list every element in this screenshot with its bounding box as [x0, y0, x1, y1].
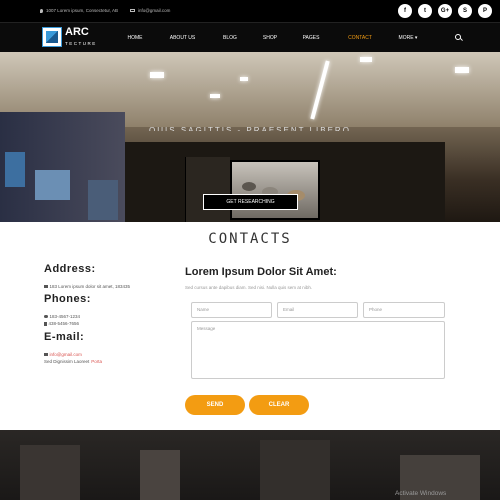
get-researching-button[interactable]: GET RESEARCHING — [203, 194, 298, 210]
nav-item-shop[interactable]: SHOP — [250, 23, 290, 53]
envelope-icon — [44, 353, 48, 356]
wall-poster — [5, 152, 25, 187]
nav-item-more[interactable]: MORE ▾ — [388, 23, 428, 53]
nav-item-pages[interactable]: PAGES — [290, 23, 332, 53]
email-heading: E-mail: — [44, 331, 85, 343]
activate-windows-watermark: Activate Windows — [395, 490, 447, 497]
top-address-text: 1007 Lorem ipsum, Consectetur, AB — [46, 8, 119, 13]
logo-text-main: ARC — [65, 26, 89, 38]
nav-menu: HOME ABOUT US BLOG SHOP PAGES CONTACT MO… — [115, 23, 428, 53]
extra-link[interactable]: Porta — [91, 359, 102, 364]
skype-icon[interactable]: S — [458, 4, 472, 18]
ceiling-light — [210, 94, 220, 98]
hero-elevator — [185, 157, 230, 222]
wall-poster — [35, 170, 70, 200]
nav-item-contact[interactable]: CONTACT — [332, 23, 388, 53]
footer-building — [20, 445, 80, 500]
top-email-text[interactable]: info@gmail.com — [138, 8, 170, 13]
phone-line-1: 183-4567-1234 — [44, 314, 80, 319]
hero-banner: QUIS SAGITTIS - PRAESENT LIBERO GET RESE… — [0, 52, 500, 222]
mobile-icon — [44, 321, 47, 326]
phone-2-text: 438-5456-7656 — [48, 321, 80, 326]
clear-button[interactable]: CLEAR — [249, 395, 309, 415]
phone-1-text: 183-4567-1234 — [49, 314, 81, 319]
logo-mark-icon — [42, 27, 62, 47]
address-heading: Address: — [44, 263, 96, 275]
form-title: Lorem Ipsum Dolor Sit Amet: — [185, 266, 337, 278]
message-field[interactable]: Message — [191, 321, 445, 379]
form-subtitle: Sed cursus ante dapibus diam. Sed nisi. … — [185, 285, 313, 290]
site-logo[interactable]: ARC TECTURE — [42, 26, 100, 49]
extra-text: Sed Dignissim Laoreet — [44, 359, 90, 364]
social-links: f t G+ S P — [398, 4, 492, 18]
top-address: 1007 Lorem ipsum, Consectetur, AB — [40, 8, 118, 13]
envelope-icon — [130, 8, 135, 13]
top-email[interactable]: info@gmail.com — [130, 8, 170, 13]
contacts-title: CONTACTS — [208, 231, 292, 247]
ceiling-light — [360, 57, 372, 62]
facebook-icon[interactable]: f — [398, 4, 412, 18]
ceiling-light — [240, 77, 248, 81]
footer-building — [260, 440, 330, 500]
home-icon — [44, 284, 48, 289]
ceiling-light — [150, 72, 164, 78]
phone-icon — [44, 314, 48, 319]
main-nav: ARC TECTURE HOME ABOUT US BLOG SHOP PAGE… — [0, 22, 500, 52]
pinterest-icon[interactable]: P — [478, 4, 492, 18]
hero-overlay-text: QUIS SAGITTIS - PRAESENT LIBERO — [149, 126, 351, 131]
ceiling-light — [455, 67, 469, 73]
search-icon[interactable] — [455, 34, 461, 40]
footer-building — [140, 450, 180, 500]
map-pin-icon — [40, 8, 43, 13]
top-bar: 1007 Lorem ipsum, Consectetur, AB info@g… — [0, 0, 500, 22]
nav-item-about-us[interactable]: ABOUT US — [155, 23, 210, 53]
send-button[interactable]: SEND — [185, 395, 245, 415]
nav-item-blog[interactable]: BLOG — [210, 23, 250, 53]
phone-line-2: 438-5456-7656 — [44, 321, 79, 326]
address-line: 183 Lorem ipsum dolor sit amet, 183435 — [44, 284, 130, 289]
email-field[interactable]: Email — [277, 302, 358, 318]
phones-heading: Phones: — [44, 293, 91, 305]
logo-text-sub: TECTURE — [65, 41, 97, 46]
hero-screen — [230, 160, 320, 220]
extra-line: Sed Dignissim Laoreet Porta — [44, 359, 102, 364]
address-text: 183 Lorem ipsum dolor sit amet, 183435 — [49, 284, 131, 289]
google-plus-icon[interactable]: G+ — [438, 4, 452, 18]
phone-field[interactable]: Phone — [363, 302, 445, 318]
nav-item-home[interactable]: HOME — [115, 23, 155, 53]
twitter-icon[interactable]: t — [418, 4, 432, 18]
contact-email-link[interactable]: info@gmail.com — [50, 352, 82, 357]
name-field[interactable]: Name — [191, 302, 272, 318]
wall-poster — [88, 180, 118, 220]
email-line: info@gmail.com — [44, 352, 82, 357]
stone — [242, 182, 256, 191]
